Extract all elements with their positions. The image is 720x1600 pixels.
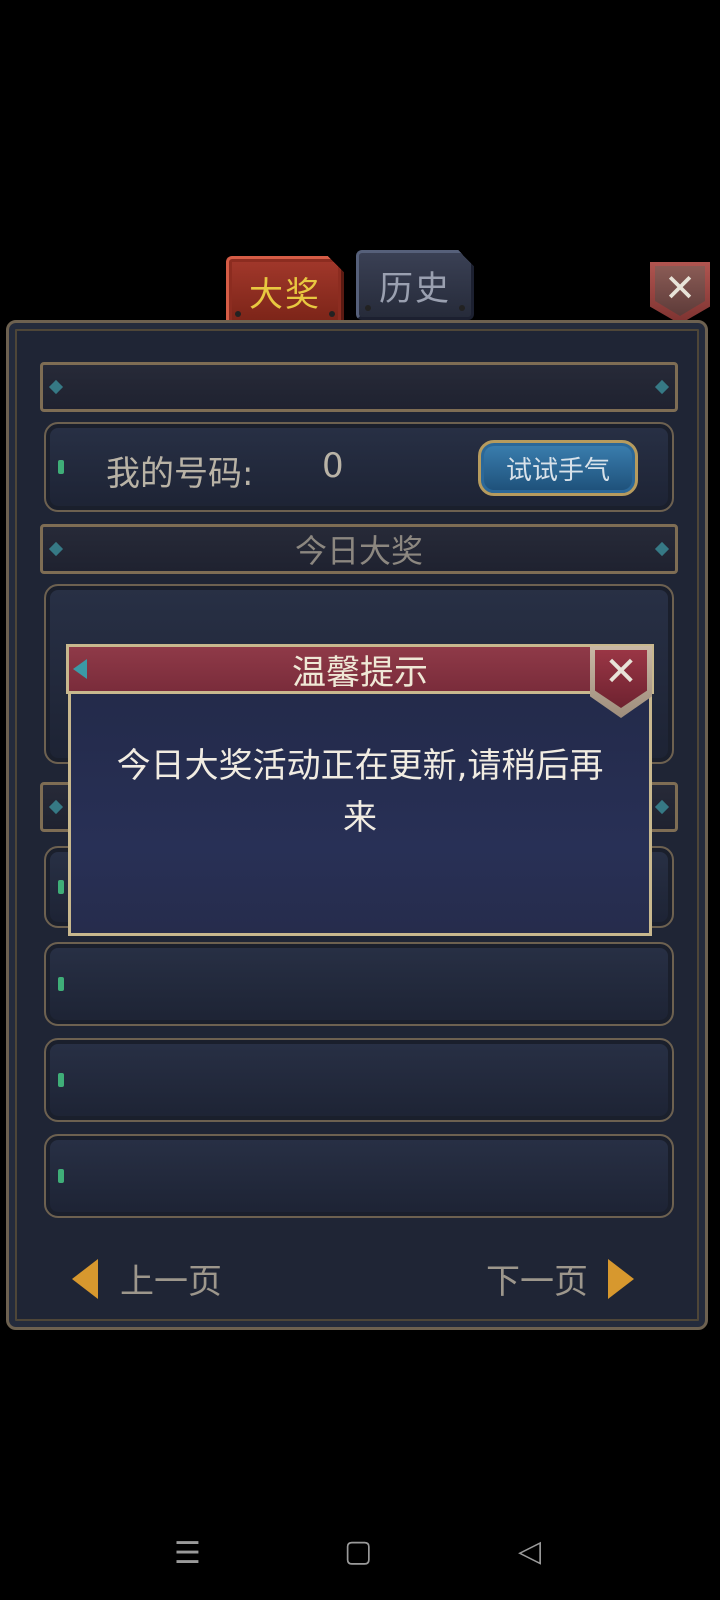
today-prize-title: 今日大奖 bbox=[294, 532, 423, 570]
arrow-right-icon bbox=[608, 1258, 634, 1299]
close-button[interactable]: ✕ bbox=[650, 262, 710, 324]
row-indicator bbox=[58, 1073, 64, 1087]
next-page-label: 下一页 bbox=[486, 1262, 588, 1302]
close-icon: ✕ bbox=[664, 266, 696, 310]
next-page-button[interactable]: 下一页 bbox=[486, 1254, 634, 1303]
list-row bbox=[44, 1134, 674, 1218]
arrow-left-icon bbox=[72, 1258, 98, 1299]
prev-page-label: 上一页 bbox=[120, 1262, 222, 1302]
back-icon[interactable]: ◁ bbox=[518, 1534, 541, 1569]
list-row bbox=[44, 942, 674, 1026]
rivet-dot bbox=[365, 305, 371, 311]
top-banner-bar bbox=[40, 362, 678, 412]
tab-history[interactable]: 历史 bbox=[356, 250, 474, 320]
bar-right-cap bbox=[654, 541, 670, 557]
today-prize-header: 今日大奖 bbox=[40, 524, 678, 574]
list-row bbox=[44, 1038, 674, 1122]
row-indicator bbox=[58, 880, 64, 894]
my-number-row: 我的号码: 0 试试手气 bbox=[44, 422, 674, 512]
tab-grand-prize-label: 大奖 bbox=[249, 274, 321, 315]
try-luck-label: 试试手气 bbox=[505, 455, 610, 486]
bar-left-cap bbox=[48, 379, 64, 395]
rivet-dot bbox=[235, 311, 241, 317]
corner-fold bbox=[458, 250, 474, 266]
corner-fold bbox=[328, 256, 344, 272]
my-number-label: 我的号码: bbox=[106, 454, 254, 494]
try-luck-button[interactable]: 试试手气 bbox=[478, 440, 638, 496]
message-line: 今日大奖活动正在更新,请稍后再 bbox=[116, 746, 604, 786]
row-indicator bbox=[58, 1169, 64, 1183]
message-line: 来 bbox=[343, 798, 377, 838]
bar-left-cap bbox=[48, 541, 64, 557]
rivet-dot bbox=[459, 305, 465, 311]
row-indicator bbox=[58, 977, 64, 991]
home-icon[interactable]: ▢ bbox=[344, 1534, 372, 1569]
bar-right-cap bbox=[654, 379, 670, 395]
tab-history-label: 历史 bbox=[379, 268, 451, 309]
row-indicator bbox=[58, 460, 64, 474]
header-left-ornament bbox=[73, 659, 87, 679]
close-icon: ✕ bbox=[604, 649, 638, 695]
my-number-value: 0 bbox=[322, 446, 344, 486]
prev-page-button[interactable]: 上一页 bbox=[72, 1254, 222, 1303]
tip-dialog-title: 温馨提示 bbox=[292, 652, 428, 693]
rivet-dot bbox=[329, 311, 335, 317]
bar-left-cap bbox=[48, 799, 64, 815]
tab-grand-prize[interactable]: 大奖 bbox=[226, 256, 344, 326]
tip-dialog-message: 今日大奖活动正在更新,请稍后再 来 bbox=[90, 740, 630, 844]
menu-icon[interactable]: ☰ bbox=[174, 1536, 201, 1571]
bar-right-cap bbox=[654, 799, 670, 815]
tip-dialog-header: 温馨提示 bbox=[66, 644, 654, 694]
